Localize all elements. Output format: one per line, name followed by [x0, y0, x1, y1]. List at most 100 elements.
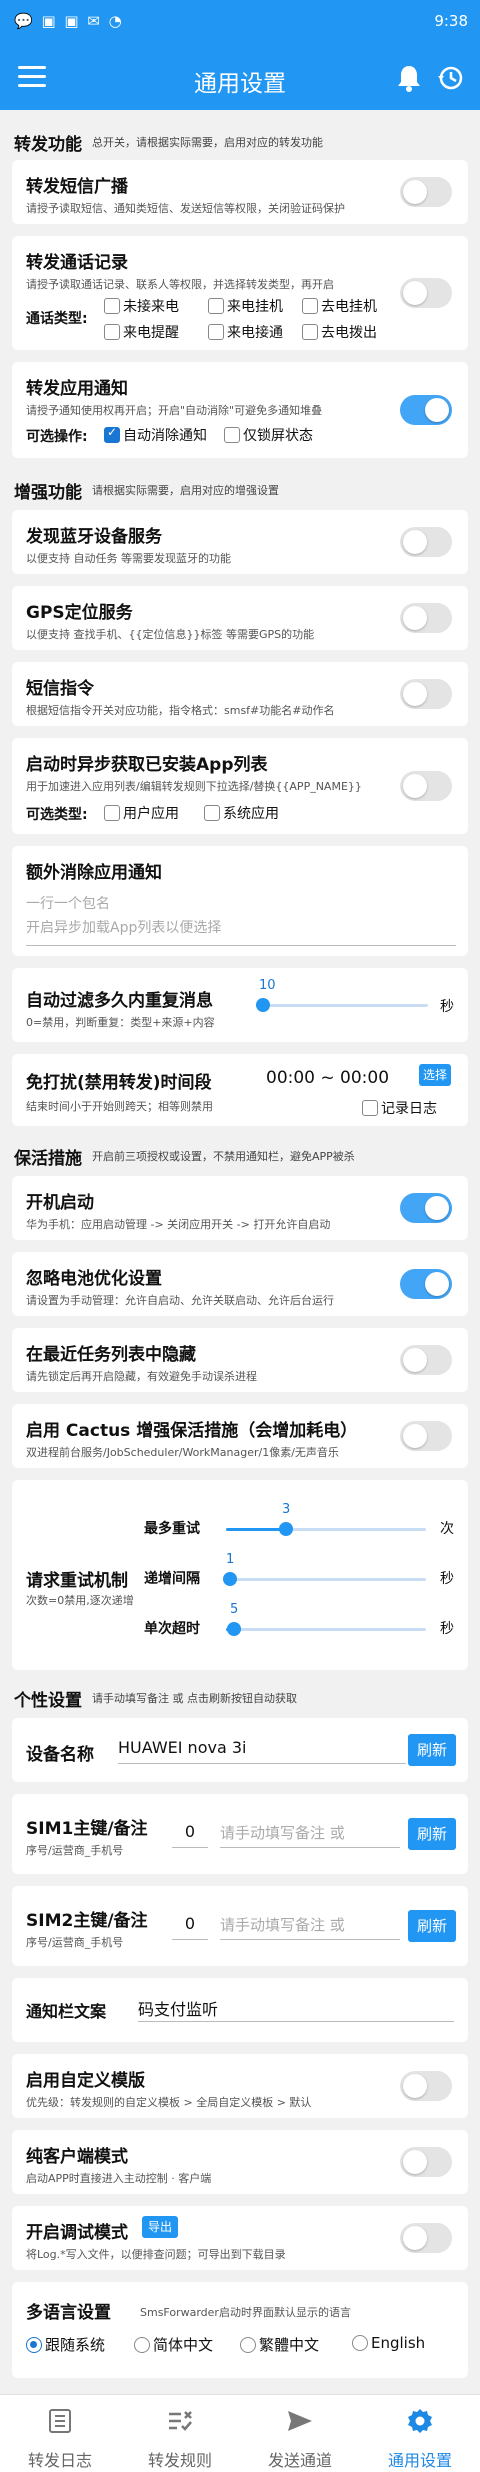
dedupe-unit: 秒: [440, 999, 454, 1015]
extra-cancel-input[interactable]: 一行一个包名 开启异步加载App列表以便选择: [26, 892, 456, 946]
sim2-refresh-button[interactable]: 刷新: [408, 1910, 456, 1942]
debug-mode-switch[interactable]: [400, 2223, 452, 2253]
call-type-incoming-hangup[interactable]: 来电挂机: [208, 296, 283, 316]
dedupe-value: 10: [259, 978, 276, 993]
sim1-card: SIM1主键/备注 序号/运营商_手机号 0 请手动填写备注 或 刷新: [12, 1794, 468, 1874]
gps-desc: 以便支持 查找手机、{{定位信息}}标签 等需要GPS的功能: [26, 628, 315, 641]
nav-general-settings[interactable]: 通用设置: [360, 2395, 480, 2472]
forward-app-desc: 请授予通知使用权再开启；开启"自动消除"可避免多通知堆叠: [26, 404, 323, 417]
forward-app-switch[interactable]: [400, 395, 452, 425]
section-desc: 请根据实际需要，启用对应的增强设置: [92, 484, 279, 497]
lang-simplified-chinese[interactable]: 简体中文: [134, 2334, 213, 2355]
sim1-note-input[interactable]: 请手动填写备注 或: [220, 1822, 400, 1848]
dedupe-slider-knob[interactable]: [256, 998, 270, 1012]
call-type-ring[interactable]: 来电提醒: [104, 322, 179, 342]
call-type-outgoing-hangup[interactable]: 去电挂机: [302, 296, 377, 316]
debug-export-button[interactable]: 导出: [142, 2216, 178, 2238]
device-name-input[interactable]: HUAWEI nova 3i: [118, 1738, 406, 1764]
sim1-refresh-button[interactable]: 刷新: [408, 1818, 456, 1850]
section-title: 个性设置: [14, 1690, 82, 1711]
notif-text-card: 通知栏文案 码支付监听: [12, 1978, 468, 2042]
app-list-switch[interactable]: [400, 771, 452, 801]
dnd-select-button[interactable]: 选择: [419, 1064, 451, 1086]
custom-template-title: 启用自定义模版: [26, 2071, 145, 2091]
app-type-system[interactable]: 系统应用: [204, 803, 279, 823]
forward-app-title: 转发应用通知: [26, 379, 128, 399]
extra-cancel-title: 额外消除应用通知: [26, 863, 162, 883]
autostart-desc: 华为手机：应用启动管理 -> 关闭应用开关 -> 打开允许自启动: [26, 1218, 331, 1231]
sim2-index-input[interactable]: 0: [172, 1914, 208, 1940]
custom-template-switch[interactable]: [400, 2071, 452, 2101]
lang-follow-system[interactable]: 跟随系统: [26, 2334, 105, 2355]
debug-mode-title: 开启调试模式: [26, 2223, 128, 2243]
slider-knob[interactable]: [227, 1622, 241, 1636]
retry-desc: 次数=0禁用,逐次递增: [26, 1594, 134, 1607]
sms-cmd-card: 短信指令 根据短信指令开关对应功能，指令格式：smsf#功能名#动作名: [12, 662, 468, 726]
retry-timeout-label: 单次超时: [144, 1621, 200, 1637]
battery-switch[interactable]: [400, 1269, 452, 1299]
bluetooth-switch[interactable]: [400, 527, 452, 557]
send-icon: [288, 2411, 312, 2431]
extra-cancel-card: 额外消除应用通知 一行一个包名 开启异步加载App列表以便选择: [12, 846, 468, 956]
call-type-missed[interactable]: 未接来电: [104, 296, 179, 316]
notif-text-input[interactable]: 码支付监听: [138, 1996, 454, 2022]
battery-title: 忽略电池优化设置: [26, 1269, 162, 1289]
slider-knob[interactable]: [223, 1572, 237, 1586]
nav-label: 转发日志: [27, 2451, 92, 2470]
gps-switch[interactable]: [400, 603, 452, 633]
nav-forward-rules[interactable]: 转发规则: [120, 2395, 240, 2472]
slider-knob[interactable]: [279, 1522, 293, 1536]
sim1-label: SIM1主键/备注: [26, 1819, 148, 1839]
hide-recents-desc: 请先锁定后再开启隐藏，有效避免手动误杀进程: [26, 1370, 257, 1383]
device-name-refresh-button[interactable]: 刷新: [408, 1734, 456, 1766]
op-lock-only[interactable]: 仅锁屏状态: [224, 425, 313, 445]
app-type-label: 可选类型:: [26, 807, 88, 823]
pure-client-card: 纯客户端模式 启动APP时直接进入主动控制 · 客户端: [12, 2130, 468, 2194]
call-type-answered[interactable]: 来电接通: [208, 322, 283, 342]
bell-icon[interactable]: [396, 64, 422, 92]
sim1-index-input[interactable]: 0: [172, 1822, 208, 1848]
section-enhance: 增强功能 请根据实际需要，启用对应的增强设置: [0, 472, 480, 508]
retry-timeout-slider[interactable]: 5: [226, 1602, 426, 1636]
history-icon[interactable]: [436, 64, 464, 92]
status-icons: 💬 ▣ ▣ ✉ ◔: [14, 12, 124, 30]
custom-template-card: 启用自定义模版 优先级：转发规则的自定义模板 > 全局自定义模板 > 默认: [12, 2054, 468, 2118]
pure-client-switch[interactable]: [400, 2147, 452, 2177]
hide-recents-switch[interactable]: [400, 1345, 452, 1375]
forward-sms-switch[interactable]: [400, 177, 452, 207]
nav-send-channels[interactable]: 发送通道: [240, 2395, 360, 2472]
cactus-card: 启用 Cactus 增强保活措施（会增加耗电） 双进程前台服务/JobSched…: [12, 1404, 468, 1468]
op-auto-cancel[interactable]: 自动消除通知: [104, 425, 207, 445]
cactus-switch[interactable]: [400, 1421, 452, 1451]
nav-forward-logs[interactable]: 转发日志: [0, 2395, 120, 2472]
dnd-log-checkbox[interactable]: 记录日志: [362, 1098, 437, 1118]
rules-icon: [169, 2411, 192, 2431]
retry-interval-slider[interactable]: 1: [223, 1552, 426, 1586]
dnd-time[interactable]: 00:00 ~ 00:00: [266, 1068, 389, 1088]
sms-cmd-switch[interactable]: [400, 679, 452, 709]
retry-interval-label: 递增间隔: [144, 1571, 200, 1587]
dedupe-slider[interactable]: 10: [256, 978, 428, 1012]
debug-mode-desc: 将Log.*写入文件，以便排查问题；可导出到下载目录: [26, 2248, 286, 2261]
section-keepalive: 保活措施 开启前三项授权或设置，不禁用通知栏，避免APP被杀: [0, 1138, 480, 1174]
gps-card: GPS定位服务 以便支持 查找手机、{{定位信息}}标签 等需要GPS的功能: [12, 586, 468, 650]
section-personal: 个性设置 请手动填写备注 或 点击刷新按钮自动获取: [0, 1680, 480, 1716]
lang-traditional-chinese[interactable]: 繁體中文: [240, 2334, 319, 2355]
sim2-card: SIM2主键/备注 序号/运营商_手机号 0 请手动填写备注 或 刷新: [12, 1886, 468, 1966]
autostart-switch[interactable]: [400, 1193, 452, 1223]
forward-calls-switch[interactable]: [400, 278, 452, 308]
app-type-user[interactable]: 用户应用: [104, 803, 179, 823]
device-name-label: 设备名称: [26, 1745, 94, 1765]
bluetooth-desc: 以便支持 自动任务 等需要发现蓝牙的功能: [26, 552, 231, 565]
call-type-dialed[interactable]: 去电拨出: [302, 322, 377, 342]
section-desc: 请手动填写备注 或 点击刷新按钮自动获取: [92, 1692, 297, 1705]
sim1-sub: 序号/运营商_手机号: [26, 1844, 124, 1857]
dnd-title: 免打扰(禁用转发)时间段: [26, 1073, 212, 1093]
nav-label: 转发规则: [147, 2451, 212, 2470]
lang-english[interactable]: English: [352, 2334, 425, 2352]
sim2-note-input[interactable]: 请手动填写备注 或: [220, 1914, 400, 1940]
gear-icon: [408, 2409, 432, 2433]
section-title: 转发功能: [14, 134, 82, 155]
sim2-label: SIM2主键/备注: [26, 1911, 148, 1931]
retry-max-slider[interactable]: 3: [226, 1502, 426, 1536]
